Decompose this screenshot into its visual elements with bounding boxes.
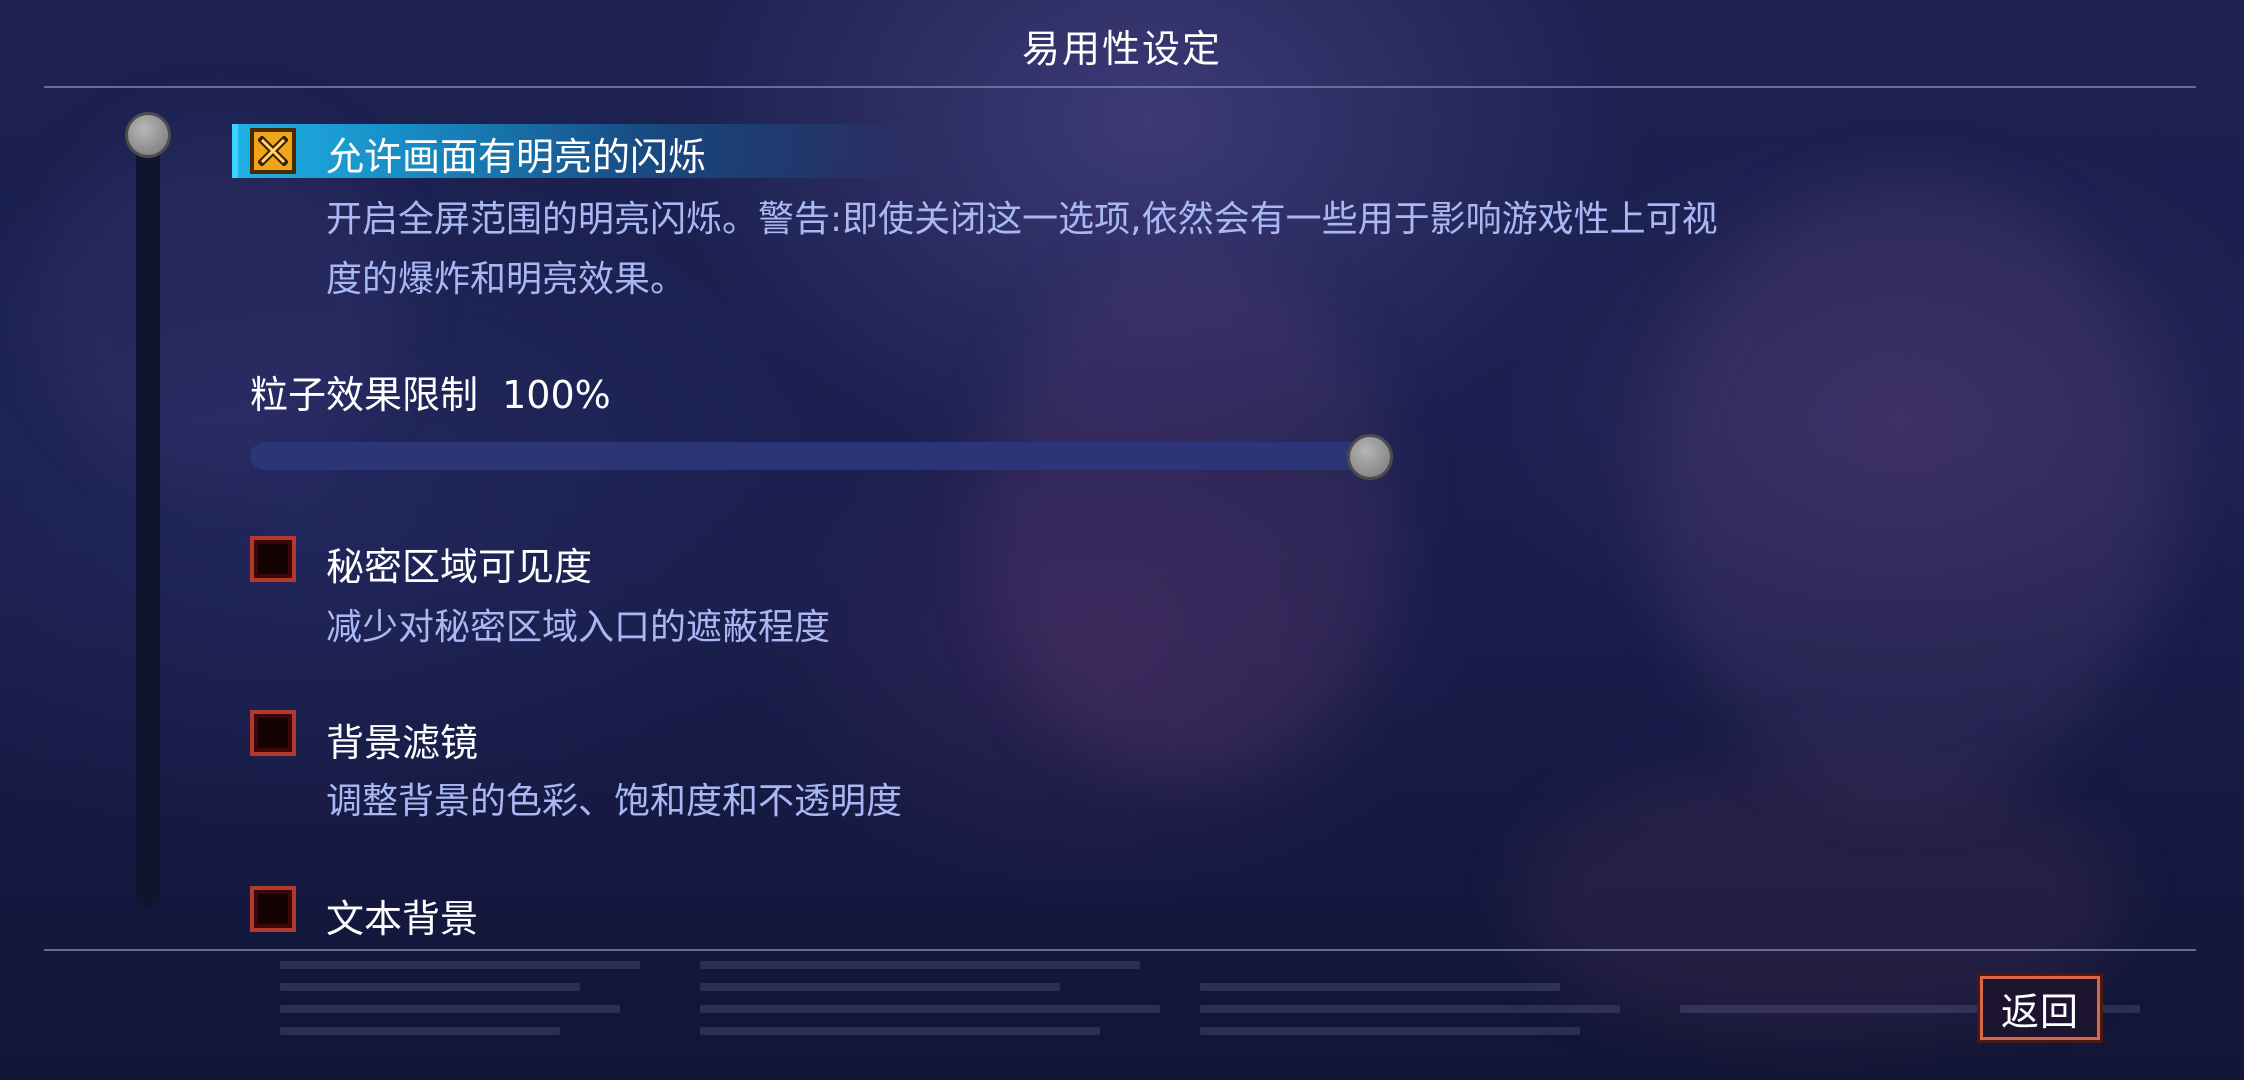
background-art (1650, 180, 2170, 800)
header-divider (44, 86, 2196, 88)
particle-limit-knob[interactable] (1347, 434, 1393, 480)
x-mark-icon (258, 136, 288, 166)
particle-limit-fill (250, 442, 1370, 470)
particle-limit-label-text: 粒子效果限制 (250, 373, 479, 417)
particle-limit-slider[interactable] (250, 442, 1370, 470)
text-background-checkbox[interactable] (250, 886, 296, 932)
background-filter-checkbox[interactable] (250, 710, 296, 756)
option-background-filter-title[interactable]: 背景滤镜 (326, 712, 478, 767)
option-flash-title[interactable]: 允许画面有明亮的闪烁 (326, 126, 706, 181)
background-credits-text (280, 955, 2180, 1075)
particle-limit-label: 粒子效果限制 100% (250, 364, 611, 419)
accessibility-settings-screen: 易用性设定 允许画面有明亮的闪烁 开启全屏范围的明亮闪烁。警告:即使关闭这一选项… (0, 0, 2244, 1080)
option-secret-area-description: 减少对秘密区域入口的遮蔽程度 (326, 607, 831, 648)
option-flash-description-line2: 度的爆炸和明亮效果。 (326, 259, 687, 300)
scrollbar-track[interactable] (136, 118, 160, 908)
scrollbar-thumb[interactable] (125, 112, 171, 158)
back-button[interactable]: 返回 (1977, 973, 2103, 1043)
background-art (980, 260, 1400, 780)
flash-checkbox[interactable] (250, 128, 296, 174)
option-secret-area-title[interactable]: 秘密区域可见度 (326, 536, 592, 591)
option-text-background-title[interactable]: 文本背景 (326, 888, 478, 943)
footer-divider (44, 949, 2196, 951)
page-title: 易用性设定 (1021, 27, 1222, 71)
secret-area-checkbox[interactable] (250, 536, 296, 582)
particle-limit-value: 100% (502, 373, 611, 417)
option-flash-description-line1: 开启全屏范围的明亮闪烁。警告:即使关闭这一选项,依然会有一些用于影响游戏性上可视 (326, 199, 1718, 240)
option-background-filter-description: 调整背景的色彩、饱和度和不透明度 (326, 781, 903, 822)
